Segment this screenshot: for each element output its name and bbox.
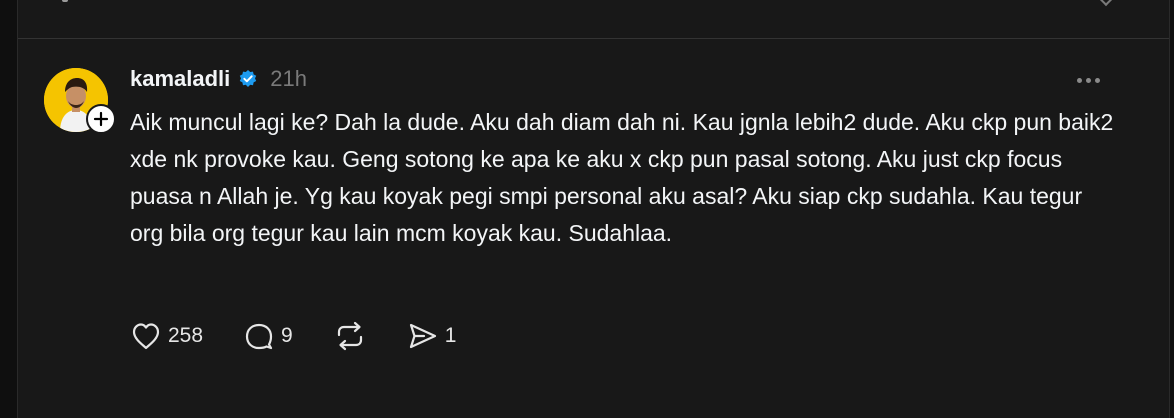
plus-icon bbox=[93, 111, 109, 127]
follow-button[interactable] bbox=[86, 104, 116, 134]
repost-icon bbox=[337, 321, 362, 351]
more-options-button[interactable] bbox=[1070, 68, 1106, 92]
like-count: 258 bbox=[168, 324, 204, 347]
reply-button[interactable]: 9 bbox=[243, 321, 293, 351]
username[interactable]: kamaladli bbox=[130, 66, 230, 92]
post-actions: 258 9 1 bbox=[130, 318, 496, 354]
share-button[interactable]: 1 bbox=[407, 321, 457, 351]
post-timestamp[interactable]: 21h bbox=[270, 66, 307, 92]
comment-icon bbox=[245, 323, 273, 350]
post-header: kamaladli 21h bbox=[130, 62, 307, 96]
post-body: Aik muncul lagi ke? Dah la dude. Aku dah… bbox=[130, 109, 1114, 246]
chevron-down-icon bbox=[1098, 0, 1114, 7]
previous-post-edge bbox=[62, 0, 68, 2]
like-button[interactable]: 258 bbox=[130, 321, 203, 351]
send-icon bbox=[409, 323, 436, 349]
heart-icon bbox=[132, 323, 160, 350]
verified-badge-icon bbox=[238, 69, 258, 89]
share-count: 1 bbox=[444, 324, 457, 347]
previous-post-fragment bbox=[18, 0, 1169, 39]
more-icon bbox=[1076, 77, 1082, 83]
repost-button[interactable] bbox=[333, 321, 367, 351]
reply-count: 9 bbox=[281, 324, 293, 347]
